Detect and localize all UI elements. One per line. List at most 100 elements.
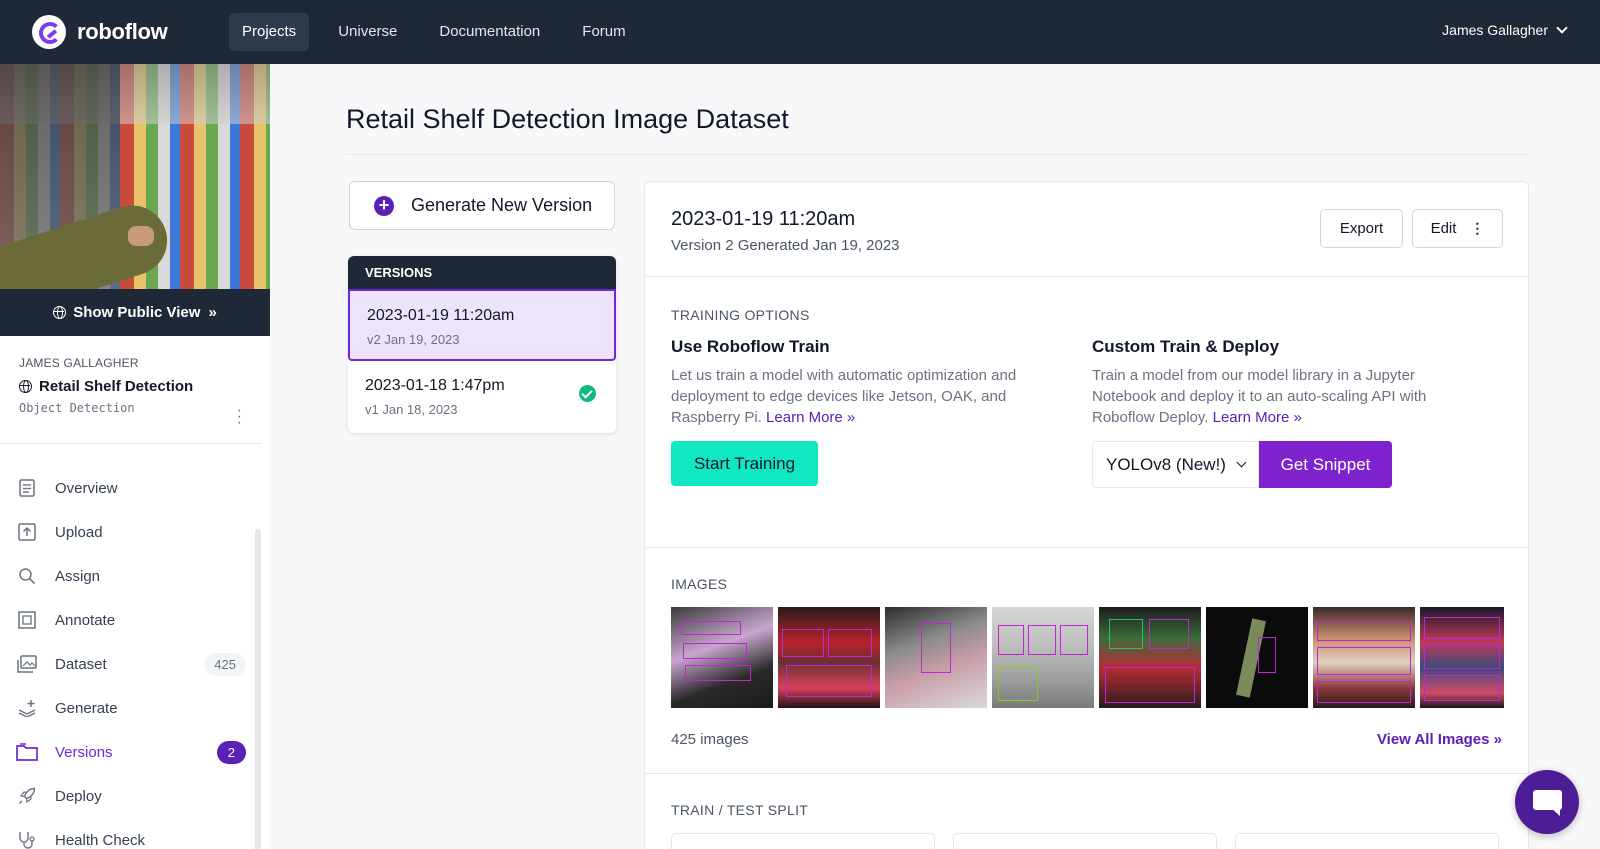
custom-train-title: Custom Train & Deploy xyxy=(1092,337,1280,356)
version-header: 2023-01-19 11:20am Version 2 Generated J… xyxy=(645,182,1528,277)
image-thumbnail[interactable] xyxy=(1313,607,1415,708)
get-snippet-button[interactable]: Get Snippet xyxy=(1259,441,1392,488)
sidebar-item-label: Annotate xyxy=(55,611,116,629)
image-thumbnail[interactable] xyxy=(885,607,987,708)
globe-icon xyxy=(19,380,32,393)
version-item-v2[interactable]: 2023-01-19 11:20am v2 Jan 19, 2023 xyxy=(348,289,616,361)
sidebar-item-upload[interactable]: Upload xyxy=(0,510,270,554)
training-options-section: TRAINING OPTIONS Use Roboflow Train Let … xyxy=(645,277,1528,548)
version-detail-subtitle: Version 2 Generated Jan 19, 2023 xyxy=(671,237,900,254)
view-all-images-link[interactable]: View All Images » xyxy=(1377,731,1502,748)
sidebar-scrollbar[interactable] xyxy=(255,529,261,849)
image-thumbnail[interactable] xyxy=(1206,607,1308,708)
project-options-icon[interactable]: · · · xyxy=(237,403,242,431)
roboflow-logo[interactable]: roboflow xyxy=(32,15,192,49)
image-thumbnail[interactable] xyxy=(671,607,773,708)
image-thumbnail[interactable] xyxy=(1099,607,1201,708)
version-subtitle: v2 Jan 19, 2023 xyxy=(367,332,460,347)
sidebar-item-label: Overview xyxy=(55,479,118,497)
image-thumbnail[interactable] xyxy=(778,607,880,708)
sidebar: Show Public View » JAMES GALLAGHER Retai… xyxy=(0,64,270,849)
dataset-count-badge: 425 xyxy=(204,652,246,676)
sidebar-item-label: Upload xyxy=(55,523,103,541)
version-title: 2023-01-18 1:47pm xyxy=(365,377,505,394)
user-name: James Gallagher xyxy=(1442,22,1548,38)
edit-label: Edit xyxy=(1430,220,1457,237)
image-thumbnail[interactable] xyxy=(992,607,1094,708)
model-select[interactable]: YOLOv8 (New!) xyxy=(1092,441,1259,488)
export-button[interactable]: Export xyxy=(1320,209,1403,248)
upload-icon xyxy=(16,523,38,541)
version-title: 2023-01-19 11:20am xyxy=(367,307,515,324)
image-count: 425 images xyxy=(671,731,749,748)
nav-universe[interactable]: Universe xyxy=(325,13,410,51)
sidebar-item-label: Assign xyxy=(55,567,101,585)
title-divider xyxy=(346,154,1530,155)
version-detail-title: 2023-01-19 11:20am xyxy=(671,208,856,230)
generate-new-version-button[interactable]: + Generate New Version xyxy=(349,181,615,230)
double-chevron-right-icon: » xyxy=(208,304,217,321)
version-detail-card: 2023-01-19 11:20am Version 2 Generated J… xyxy=(644,181,1529,849)
images-label: IMAGES xyxy=(671,576,728,592)
images-section: IMAGES 425 images View All Images » xyxy=(645,548,1528,774)
nav-projects[interactable]: Projects xyxy=(229,13,310,51)
versions-icon xyxy=(16,743,38,761)
custom-train-learn-more-link[interactable]: Learn More » xyxy=(1213,409,1302,426)
versions-list: VERSIONS 2023-01-19 11:20am v2 Jan 19, 2… xyxy=(348,256,616,433)
sidebar-item-label: Versions xyxy=(55,743,113,761)
sidebar-item-overview[interactable]: Overview xyxy=(0,466,270,510)
sidebar-item-label: Health Check xyxy=(55,831,146,849)
version-item-v1[interactable]: 2023-01-18 1:47pm v1 Jan 18, 2023 xyxy=(348,361,616,433)
sidebar-item-dataset[interactable]: Dataset 425 xyxy=(0,642,270,686)
sidebar-item-annotate[interactable]: Annotate xyxy=(0,598,270,642)
sidebar-menu: Overview Upload Assign Annotate Dataset xyxy=(0,444,270,849)
image-thumbnail[interactable] xyxy=(1420,607,1504,708)
split-card-valid xyxy=(953,833,1217,849)
page-title: Retail Shelf Detection Image Dataset xyxy=(346,104,789,134)
sidebar-item-deploy[interactable]: Deploy xyxy=(0,774,270,818)
annotate-icon xyxy=(16,611,38,629)
top-nav: roboflow Projects Universe Documentation… xyxy=(0,0,1600,64)
roboflow-train-description: Let us train a model with automatic opti… xyxy=(671,365,1051,428)
versions-header: VERSIONS xyxy=(348,256,616,289)
sidebar-item-label: Dataset xyxy=(55,655,107,673)
globe-icon xyxy=(53,306,67,319)
search-icon xyxy=(16,567,38,585)
public-view-label: Show Public View xyxy=(73,304,201,321)
training-options-label: TRAINING OPTIONS xyxy=(671,307,810,323)
project-name-label: Retail Shelf Detection xyxy=(39,378,194,395)
version-subtitle: v1 Jan 18, 2023 xyxy=(365,402,458,417)
sidebar-item-health-check[interactable]: Health Check xyxy=(0,818,270,849)
model-select-value: YOLOv8 (New!) xyxy=(1106,454,1226,474)
project-name[interactable]: Retail Shelf Detection xyxy=(19,378,243,395)
sidebar-item-label: Generate xyxy=(55,699,118,717)
chat-widget-button[interactable] xyxy=(1515,770,1579,834)
roboflow-train-learn-more-link[interactable]: Learn More » xyxy=(766,409,855,426)
start-training-button[interactable]: Start Training xyxy=(671,441,818,486)
split-card-test xyxy=(1235,833,1499,849)
brand-name: roboflow xyxy=(77,19,168,44)
roboflow-logo-icon xyxy=(32,15,66,49)
versions-count-badge: 2 xyxy=(216,740,246,764)
project-thumbnail xyxy=(0,64,270,289)
train-test-split-label: TRAIN / TEST SPLIT xyxy=(671,802,809,818)
project-type: Object Detection xyxy=(19,401,135,415)
roboflow-train-title: Use Roboflow Train xyxy=(671,337,830,356)
chat-icon xyxy=(1533,790,1562,810)
project-info: JAMES GALLAGHER Retail Shelf Detection O… xyxy=(0,336,262,444)
sidebar-item-versions[interactable]: Versions 2 xyxy=(0,730,270,774)
show-public-view-button[interactable]: Show Public View » xyxy=(0,289,270,336)
check-circle-icon xyxy=(579,385,596,402)
chevron-down-icon xyxy=(1556,22,1568,34)
sidebar-item-assign[interactable]: Assign xyxy=(0,554,270,598)
kebab-icon: ⋮ xyxy=(1470,220,1485,236)
user-menu[interactable]: James Gallagher xyxy=(1442,22,1568,38)
split-card-train xyxy=(671,833,935,849)
sidebar-item-generate[interactable]: Generate xyxy=(0,686,270,730)
nav-documentation[interactable]: Documentation xyxy=(426,13,553,51)
nav-forum[interactable]: Forum xyxy=(569,13,638,51)
edit-button[interactable]: Edit ⋮ xyxy=(1412,209,1503,248)
train-test-split-section: TRAIN / TEST SPLIT xyxy=(645,774,1528,849)
generate-icon xyxy=(16,699,38,717)
custom-train-description: Train a model from our model library in … xyxy=(1092,365,1472,428)
